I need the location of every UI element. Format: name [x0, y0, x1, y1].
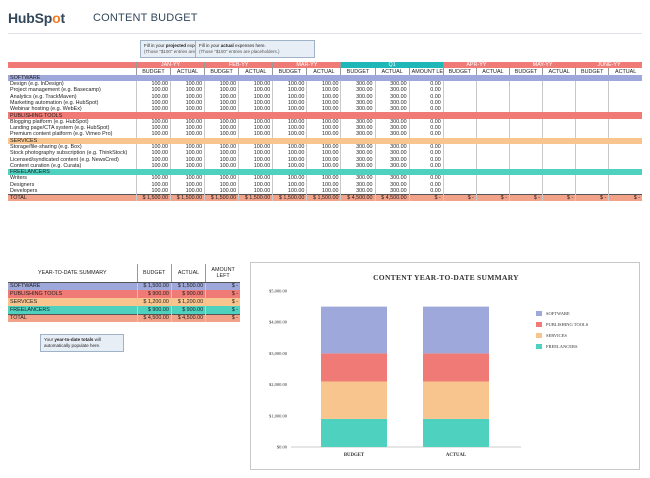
ytd-row: FREELANCERS $ 900.00 $ 900.00 $ -	[8, 306, 240, 314]
bar-segment	[321, 381, 387, 419]
ytd-actual-cell: $ 1,200.00	[170, 298, 206, 306]
ytd-budget-cell: $ 900.00	[136, 290, 172, 298]
y-tick-label: $2,000.00	[269, 382, 288, 388]
callout-ytd: Your year-to-date totals will automatica…	[40, 334, 124, 352]
total-empty-cell: $ -	[475, 193, 510, 201]
ytd-actual-cell: $ 900.00	[170, 306, 206, 314]
line-item-label[interactable]: Stock photography subscription (e.g. Thi…	[8, 150, 136, 156]
ytd-total-label: TOTAL	[8, 313, 138, 322]
header: HubSpot CONTENT BUDGET	[8, 8, 642, 30]
total-month-cell: $ 1,500.00	[135, 193, 171, 201]
ytd-budget-cell: $ 1,500.00	[136, 282, 172, 290]
ytd-category-label: FREELANCERS	[8, 306, 138, 314]
bar-segment	[423, 306, 489, 354]
ytd-left-cell: $ -	[205, 306, 240, 314]
ytd-total-left: $ -	[205, 313, 240, 322]
total-month-cell: $ 1,500.00	[204, 193, 239, 201]
subheader-amount-left: AMOUNT LEFT	[408, 68, 444, 75]
total-label: TOTAL	[8, 193, 137, 201]
x-tick-label: BUDGET	[344, 453, 365, 458]
legend-label: FREELANCERS	[546, 344, 578, 349]
ytd-col-left: AMOUNT LEFT	[205, 264, 240, 283]
total-month-cell: $ 1,500.00	[306, 193, 341, 201]
callout-actual: Fill in your actual expenses here. (Thos…	[195, 40, 315, 58]
ytd-row: SERVICES $ 1,200.00 $ 1,200.00 $ -	[8, 298, 240, 306]
legend-swatch	[536, 322, 542, 327]
ytd-col-budget: BUDGET	[136, 264, 172, 283]
ytd-left-cell: $ -	[205, 290, 240, 298]
legend-swatch	[536, 311, 542, 316]
ytd-actual-cell: $ 900.00	[170, 290, 206, 298]
ytd-actual-cell: $ 1,500.00	[170, 282, 206, 290]
legend-label: PUBLISHING TOOLS	[546, 322, 589, 327]
ytd-chart: CONTENT YEAR-TO-DATE SUMMARY $0.00 $1,000…	[250, 262, 640, 470]
y-tick-label: $0.00	[277, 445, 288, 450]
title-divider	[8, 33, 642, 34]
legend-label: SOFTWARE	[546, 311, 570, 316]
total-empty-cell: $ -	[608, 193, 642, 201]
bar-segment	[423, 418, 489, 447]
legend-label: SERVICES	[546, 333, 567, 338]
ytd-col-actual: ACTUAL	[170, 264, 206, 283]
line-item-label[interactable]: Licensed/syndicated content (e.g. NewsCr…	[8, 156, 136, 163]
ytd-budget-cell: $ 900.00	[136, 306, 172, 314]
y-tick-label: $5,000.00	[269, 289, 288, 295]
ytd-summary-table: YEAR-TO-DATE SUMMARY BUDGET ACTUAL AMOUN…	[8, 264, 240, 322]
total-month-cell: $ 1,500.00	[272, 193, 307, 201]
x-tick-label: ACTUAL	[446, 453, 466, 458]
y-tick-label: $1,000.00	[269, 413, 288, 419]
total-empty-cell: $ -	[542, 193, 576, 201]
total-empty-cell: $ -	[508, 193, 543, 201]
total-q1-cell: $ -	[408, 193, 444, 201]
ytd-total-actual: $ 4,500.00	[170, 313, 206, 322]
bar-segment	[321, 418, 387, 447]
total-month-cell: $ 1,500.00	[238, 193, 273, 201]
total-row: TOTAL $ 1,500.00 $ 1,500.00 $ 1,500.00 $ 1,5…	[8, 193, 642, 201]
bar-segment	[321, 353, 387, 382]
ytd-left-cell: $ -	[205, 298, 240, 306]
ytd-category-label: SOFTWARE	[8, 282, 138, 290]
ytd-total-row: TOTAL $ 4,500.00 $ 4,500.00 $ -	[8, 313, 240, 322]
ytd-budget-cell: $ 1,200.00	[136, 298, 172, 306]
bar-segment	[423, 381, 489, 419]
ytd-row: PUBLISHING TOOLS $ 900.00 $ 900.00 $ -	[8, 290, 240, 298]
total-q1-cell: $ 4,500.00	[340, 193, 376, 201]
ytd-title: YEAR-TO-DATE SUMMARY	[8, 264, 138, 283]
ytd-left-cell: $ -	[205, 282, 240, 290]
total-q1-cell: $ 4,500.00	[374, 193, 410, 201]
hubspot-logo: HubSpot	[8, 10, 65, 26]
page-title: CONTENT BUDGET	[93, 12, 198, 24]
y-tick-label: $3,000.00	[269, 351, 288, 357]
bar-segment	[321, 306, 387, 354]
ytd-category-label: PUBLISHING TOOLS	[8, 290, 138, 298]
total-empty-cell: $ -	[442, 193, 477, 201]
chart-svg: $0.00 $1,000.00 $2,000.00 $3,000.00 $4,000.0…	[269, 289, 589, 459]
budget-table: JAN-YY FEB-YY MAR-YY Q1 APR-YY MAY-YY JUNE-YY …	[8, 62, 642, 201]
legend-swatch	[536, 333, 542, 338]
y-tick-label: $4,000.00	[269, 320, 288, 326]
ytd-total-budget: $ 4,500.00	[136, 313, 172, 322]
total-empty-cell: $ -	[575, 193, 609, 201]
bar-segment	[423, 353, 489, 382]
legend-swatch	[536, 344, 542, 349]
ytd-category-label: SERVICES	[8, 298, 138, 306]
total-month-cell: $ 1,500.00	[169, 193, 205, 201]
ytd-row: SOFTWARE $ 1,500.00 $ 1,500.00 $ -	[8, 282, 240, 290]
